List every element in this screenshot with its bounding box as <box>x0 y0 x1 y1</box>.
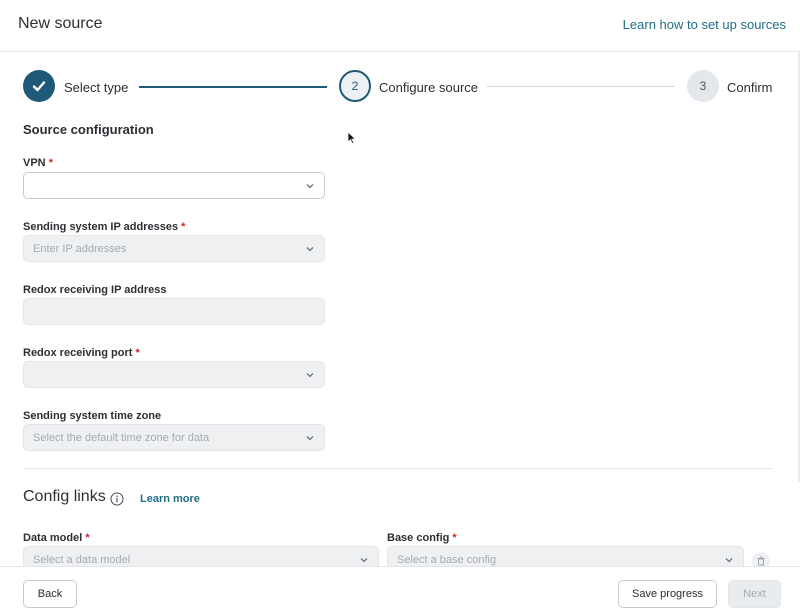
data-model-placeholder: Select a data model <box>33 554 131 566</box>
base-config-label-text: Base config <box>387 532 450 544</box>
back-button[interactable]: Back <box>23 580 77 608</box>
vpn-label: VPN * <box>23 157 53 169</box>
next-button[interactable]: Next <box>728 580 781 608</box>
step-1-label: Select type <box>64 80 129 95</box>
step-1-completed-indicator <box>23 70 55 102</box>
chevron-down-icon <box>306 247 314 252</box>
config-links-heading: Config links <box>23 488 106 505</box>
save-progress-button[interactable]: Save progress <box>618 580 717 608</box>
wizard-footer: Back Save progress Next <box>0 566 800 611</box>
step-3-label: Confirm <box>727 80 773 95</box>
time-zone-select[interactable]: Select the default time zone for data <box>23 424 325 451</box>
chevron-down-icon <box>306 436 314 441</box>
data-model-label: Data model * <box>23 532 90 544</box>
redox-ip-field[interactable] <box>23 298 325 325</box>
step-3-number: 3 <box>699 79 707 93</box>
required-marker: * <box>48 157 53 169</box>
cursor-icon <box>347 131 357 145</box>
time-zone-label: Sending system time zone <box>23 410 162 422</box>
chevron-down-icon <box>725 558 733 563</box>
step-2-indicator: 2 <box>339 70 371 102</box>
source-configuration-heading: Source configuration <box>23 122 154 137</box>
sending-ips-label-text: Sending system IP addresses <box>23 221 179 233</box>
check-icon <box>32 81 46 92</box>
chevron-down-icon <box>306 373 314 378</box>
section-divider <box>23 468 772 469</box>
info-icon[interactable] <box>110 492 124 506</box>
step-3-indicator: 3 <box>687 70 719 102</box>
chevron-down-icon <box>306 184 314 189</box>
required-marker: * <box>135 347 140 359</box>
sending-ips-placeholder: Enter IP addresses <box>33 243 127 255</box>
step-connector-completed <box>139 86 327 88</box>
time-zone-placeholder: Select the default time zone for data <box>33 432 210 444</box>
base-config-placeholder: Select a base config <box>397 554 497 566</box>
redox-port-label-text: Redox receiving port <box>23 347 133 359</box>
chevron-down-icon <box>360 558 368 563</box>
step-connector-upcoming <box>487 86 675 87</box>
redox-port-select[interactable] <box>23 361 325 388</box>
progress-stepper: Select type 2 Configure source 3 Confirm <box>0 52 800 122</box>
vpn-label-text: VPN <box>23 157 46 169</box>
sending-ips-label: Sending system IP addresses * <box>23 221 185 233</box>
redox-ip-label: Redox receiving IP address <box>23 284 167 296</box>
learn-more-link[interactable]: Learn more <box>140 493 200 505</box>
vpn-select[interactable] <box>23 172 325 199</box>
required-marker: * <box>452 532 457 544</box>
trash-icon <box>757 556 765 566</box>
required-marker: * <box>85 532 90 544</box>
redox-port-label: Redox receiving port * <box>23 347 140 359</box>
page-header: New source Learn how to set up sources <box>0 0 800 52</box>
required-marker: * <box>181 221 186 233</box>
base-config-label: Base config * <box>387 532 457 544</box>
step-2-label: Configure source <box>379 80 478 95</box>
sending-ips-select[interactable]: Enter IP addresses <box>23 235 325 262</box>
setup-help-link[interactable]: Learn how to set up sources <box>623 17 786 32</box>
step-2-number: 2 <box>351 79 359 93</box>
page-title: New source <box>18 15 103 32</box>
data-model-label-text: Data model <box>23 532 83 544</box>
